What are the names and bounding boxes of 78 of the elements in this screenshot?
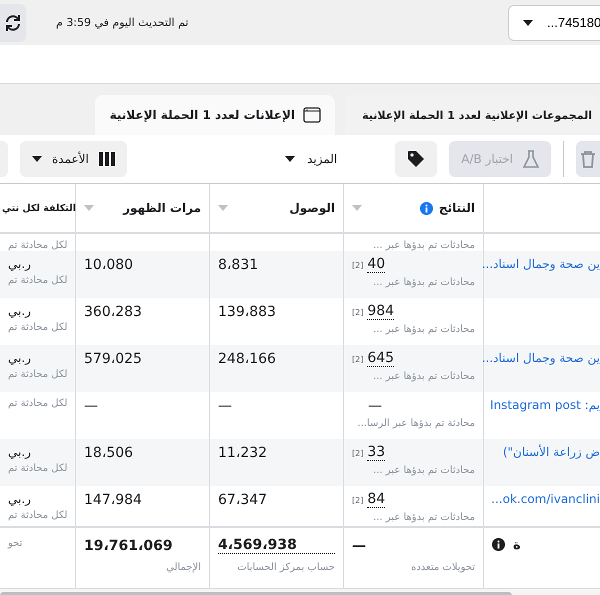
cell-subtext: لكل محادثة تم bbox=[8, 463, 68, 474]
table-cell-text: — bbox=[84, 398, 99, 414]
total-value: 19،761،069 bbox=[84, 538, 174, 554]
table-cell-text: ر.بي bbox=[8, 304, 32, 318]
trash-icon bbox=[580, 150, 596, 168]
caret-icon bbox=[32, 156, 42, 162]
table-cell: 40 bbox=[367, 257, 386, 273]
footer-subtext: الإجمالي bbox=[165, 562, 201, 573]
cell-subtext: محادثات تم بدؤها عبر ... bbox=[372, 240, 475, 251]
cell-subtext: لكل محادثة تم bbox=[8, 510, 68, 521]
ad-name-link[interactable]: ...ok.com/ivanclini bbox=[491, 492, 600, 506]
table-cell-text: 67،347 bbox=[218, 492, 268, 508]
cell-subtext: لكل محادثة تم bbox=[8, 322, 68, 333]
sort-caret-icon bbox=[84, 205, 94, 211]
footer-subtext: تحو bbox=[8, 538, 22, 549]
total-value: 4،569،938 bbox=[218, 538, 335, 554]
footer-subtext: حساب بمركز الحسابات bbox=[236, 562, 335, 573]
refresh-button[interactable] bbox=[0, 4, 26, 42]
flask-icon bbox=[523, 150, 539, 168]
cell-subtext: لكل محادثة تم bbox=[8, 240, 68, 251]
table-cell-text: 11،232 bbox=[218, 445, 268, 461]
table-cell-text: 248،166 bbox=[218, 351, 277, 367]
footnote-mark: [2] bbox=[352, 308, 364, 316]
cell-subtext: محادثات تم بدؤها عبر ... bbox=[372, 324, 475, 335]
ad-name-link[interactable]: ض زراعة الأسنان") bbox=[502, 445, 600, 459]
table-cell-text: — bbox=[218, 398, 233, 414]
column-header[interactable]: التكلفة لكل نتي bbox=[2, 202, 76, 214]
column-header[interactable]: مرات الظهور bbox=[123, 201, 201, 215]
column-header[interactable]: الوصول bbox=[289, 201, 335, 215]
table-cell-text: ر.بي bbox=[8, 351, 32, 365]
update-time-text: تم التحديث اليوم في 3:59 م bbox=[56, 16, 188, 29]
cell-subtext: محادثات تم بدؤها عبر ... bbox=[372, 512, 475, 523]
more-dropdown[interactable]: المزيد bbox=[279, 151, 344, 167]
table-cell-text: 139،883 bbox=[218, 304, 277, 320]
cell-subtext: لكل محادثة تم bbox=[8, 398, 68, 409]
cell-subtext: لكل محادثة تم bbox=[8, 369, 68, 380]
columns-button[interactable]: الأعمدة bbox=[20, 141, 127, 177]
tag-icon bbox=[407, 150, 426, 168]
ad-name-link[interactable]: ين صحة وجمال اسناد... bbox=[482, 257, 600, 271]
table-cell-text: ر.بي bbox=[8, 445, 32, 459]
table-cell: — bbox=[368, 398, 382, 414]
ad-name-link[interactable]: ين صحة وجمال اسناد... bbox=[482, 351, 600, 365]
ad-name-link[interactable]: يم: Instagram post bbox=[490, 398, 600, 412]
caret-icon bbox=[523, 20, 533, 26]
table-cell: 984 bbox=[367, 304, 394, 320]
table-cell-text: 579،025 bbox=[84, 351, 143, 367]
footnote-mark: [2] bbox=[352, 448, 364, 458]
caret-icon bbox=[285, 156, 296, 162]
footer-subtext: تحويلات متعدده bbox=[410, 562, 475, 573]
table-cell: 84 bbox=[367, 492, 386, 508]
cell-subtext: محادثات تم بدؤها عبر ... bbox=[372, 371, 475, 382]
sort-caret-icon bbox=[218, 205, 228, 211]
columns-icon bbox=[98, 152, 115, 166]
window-icon bbox=[303, 107, 321, 123]
table-cell-text: ر.بي bbox=[8, 492, 32, 506]
refresh-icon bbox=[4, 14, 22, 32]
table-cell-text: 360،283 bbox=[84, 304, 143, 320]
table-cell: 33 bbox=[367, 445, 386, 461]
cell-subtext: محادثات تم بدؤها عبر ... bbox=[372, 277, 475, 288]
table-cell: 645 bbox=[367, 351, 394, 367]
table-cell-text: 18،506 bbox=[84, 445, 134, 461]
cell-subtext: لكل محادثة تم bbox=[8, 275, 68, 286]
table-cell-text: 147،984 bbox=[84, 492, 143, 508]
footnote-mark: [2] bbox=[352, 496, 364, 504]
cell-subtext: محادثة تم بدؤها عبر الرسا... bbox=[356, 418, 475, 429]
tag-button[interactable] bbox=[395, 141, 438, 177]
table-cell-text: ر.بي bbox=[8, 257, 32, 271]
footnote-mark: [2] bbox=[352, 260, 364, 270]
total-value: — bbox=[352, 538, 367, 554]
table-cell-text: 10،080 bbox=[84, 257, 134, 273]
delete-button[interactable] bbox=[576, 141, 600, 177]
info-icon bbox=[492, 538, 505, 551]
sort-caret-icon bbox=[352, 205, 362, 211]
cell-subtext: محادثات تم بدؤها عبر ... bbox=[372, 465, 475, 476]
footnote-mark: [2] bbox=[352, 354, 364, 364]
footer-label: ة bbox=[513, 538, 521, 553]
column-header[interactable]: النتائج bbox=[438, 201, 475, 215]
table-cell-text: 8،831 bbox=[218, 257, 260, 273]
